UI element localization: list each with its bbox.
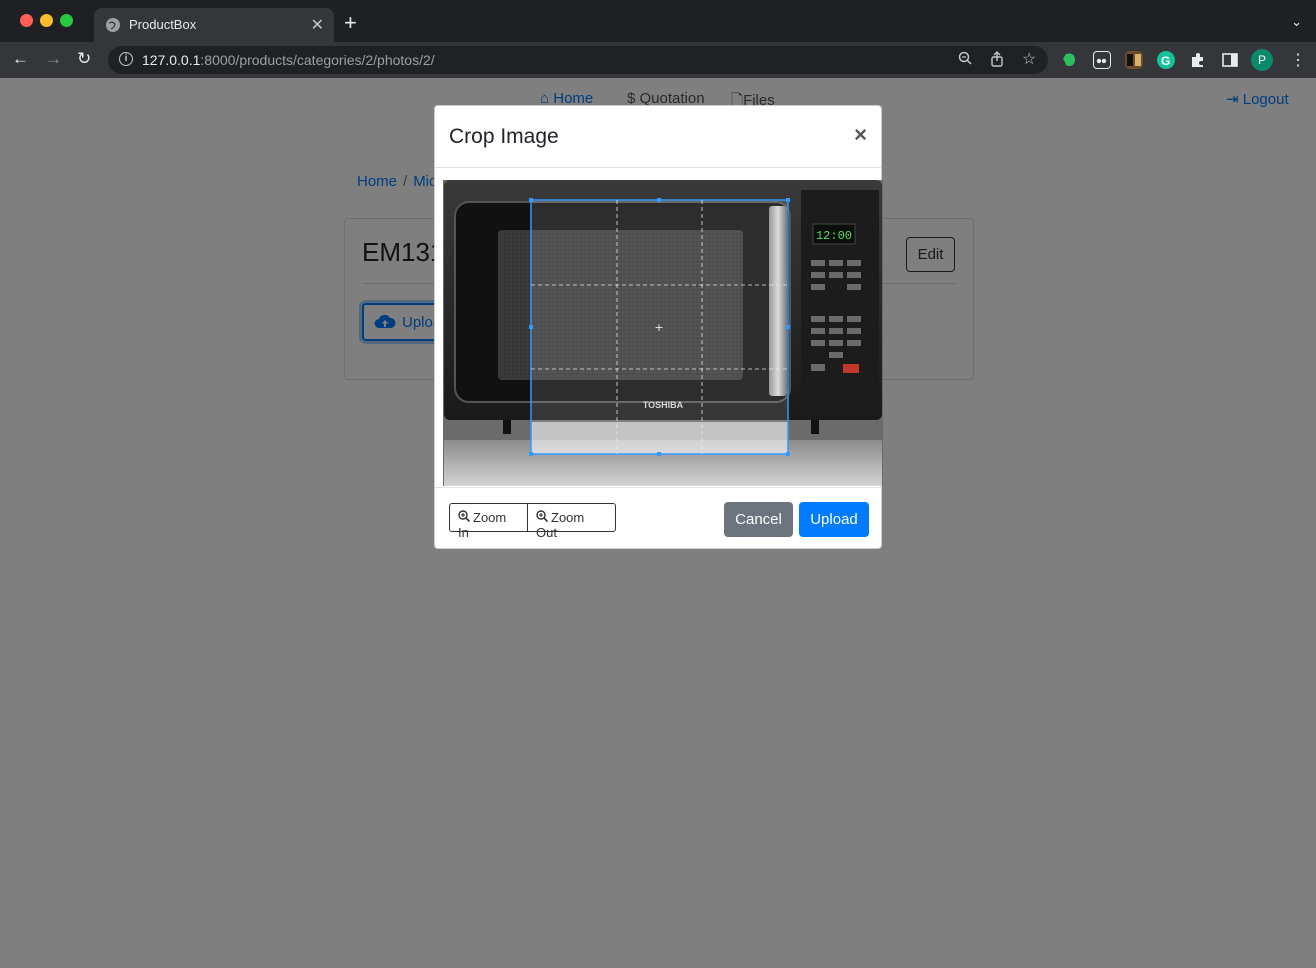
microwave-image: TOSHIBA 12:00 + — [443, 180, 883, 486]
side-panel-icon[interactable] — [1221, 51, 1239, 69]
minimize-window-button[interactable] — [40, 14, 53, 27]
url-path: :8000/products/categories/2/photos/2/ — [200, 52, 435, 68]
zoom-in-button[interactable]: Zoom In — [449, 503, 528, 540]
back-arrow-icon[interactable]: ← — [12, 50, 29, 68]
display-time: 12:00 — [816, 229, 852, 243]
close-window-button[interactable] — [20, 14, 33, 27]
upload-button[interactable]: Upload — [799, 502, 869, 537]
zoom-icon[interactable] — [958, 51, 972, 68]
info-icon[interactable]: i — [119, 52, 133, 66]
browser-toolbar: ← → ↻ i 127.0.0.1:8000/products/categori… — [0, 42, 1316, 78]
browser-tab[interactable]: ProductBox ✕ — [94, 8, 334, 42]
url-host: 127.0.0.1 — [142, 52, 201, 68]
modal-header: Crop Image × — [435, 106, 881, 168]
crop-image-modal: Crop Image × TOSHIBA 12:00 + Zoom In Zoo… — [434, 105, 883, 549]
bookmark-star-icon[interactable]: ☆ — [1022, 49, 1036, 69]
modal-close-button[interactable]: × — [854, 122, 867, 148]
puzzle-extensions-icon[interactable] — [1189, 51, 1207, 69]
zoom-out-icon — [536, 510, 549, 525]
extension-image-icon[interactable] — [1125, 51, 1143, 69]
crop-selection-lower — [531, 422, 788, 454]
evernote-extension-icon[interactable] — [1061, 51, 1079, 69]
crop-center-icon: + — [654, 321, 663, 334]
new-tab-button[interactable]: + — [344, 12, 357, 34]
share-icon[interactable] — [990, 51, 1004, 70]
more-menu-icon[interactable]: ⋮ — [1290, 50, 1306, 70]
foot-right — [811, 420, 819, 434]
globe-icon — [106, 18, 120, 32]
reader-extension-icon[interactable] — [1093, 51, 1111, 69]
url-text: 127.0.0.1:8000/products/categories/2/pho… — [142, 52, 435, 68]
cancel-button[interactable]: Cancel — [724, 502, 793, 537]
reload-icon[interactable]: ↻ — [77, 50, 91, 68]
address-bar[interactable]: i 127.0.0.1:8000/products/categories/2/p… — [108, 46, 1048, 74]
grammarly-icon[interactable]: G — [1157, 51, 1175, 69]
modal-title: Crop Image — [449, 125, 559, 148]
close-tab-icon[interactable]: ✕ — [311, 15, 324, 35]
chevron-down-icon[interactable]: ⌄ — [1291, 14, 1302, 30]
zoom-in-icon — [458, 510, 471, 525]
modal-footer: Zoom In Zoom Out Cancel Upload — [435, 487, 881, 549]
maximize-window-button[interactable] — [60, 14, 73, 27]
tab-title: ProductBox — [129, 17, 197, 32]
zoom-out-button[interactable]: Zoom Out — [527, 503, 616, 540]
crop-area[interactable]: TOSHIBA 12:00 + — [443, 180, 883, 486]
forward-arrow-icon[interactable]: → — [45, 50, 62, 68]
stop-button — [843, 364, 859, 373]
profile-avatar[interactable]: P — [1251, 49, 1273, 71]
browser-tab-bar: ProductBox ✕ + ⌄ — [0, 0, 1316, 42]
foot-left — [503, 420, 511, 434]
svg-text:G: G — [1161, 54, 1170, 68]
